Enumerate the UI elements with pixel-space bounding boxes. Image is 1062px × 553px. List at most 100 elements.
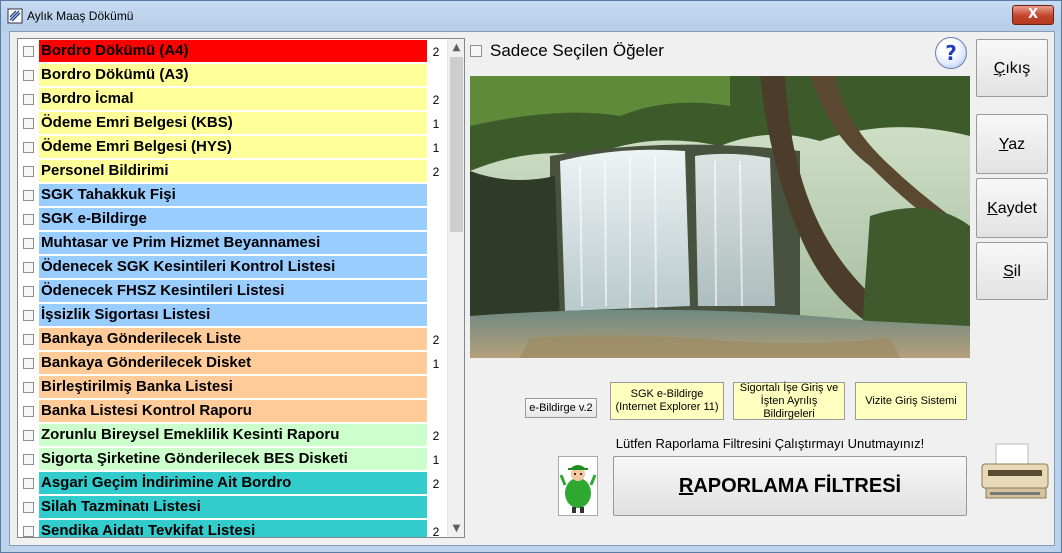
list-item-checkbox[interactable]	[23, 382, 34, 393]
list-item[interactable]: Banka Listesi Kontrol Raporu	[18, 399, 448, 423]
list-item-checkbox[interactable]	[23, 94, 34, 105]
list-item-label[interactable]: Muhtasar ve Prim Hizmet Beyannamesi	[39, 232, 427, 254]
list-item[interactable]: Birleştirilmiş Banka Listesi	[18, 375, 448, 399]
list-item-label[interactable]: Zorunlu Bireysel Emeklilik Kesinti Rapor…	[39, 424, 427, 446]
delete-button[interactable]: Sil	[976, 242, 1048, 300]
list-item-count: 2	[432, 45, 440, 59]
list-item-count: 1	[432, 117, 440, 131]
list-item-count: 2	[432, 165, 440, 179]
title-bar[interactable]: Aylık Maaş Dökümü X	[1, 1, 1061, 31]
list-item[interactable]: Muhtasar ve Prim Hizmet Beyannamesi	[18, 231, 448, 255]
list-item[interactable]: Sendika Aidatı Tevkifat Listesi 2	[18, 519, 448, 538]
waterfall-image	[470, 76, 970, 358]
list-item-label[interactable]: Bordro Dökümü (A3)	[39, 64, 427, 86]
list-item-checkbox[interactable]	[23, 214, 34, 225]
list-item-checkbox[interactable]	[23, 142, 34, 153]
list-item[interactable]: Zorunlu Bireysel Emeklilik Kesinti Rapor…	[18, 423, 448, 447]
list-item[interactable]: Personel Bildirimi 2	[18, 159, 448, 183]
list-item-checkbox[interactable]	[23, 358, 34, 369]
list-item[interactable]: Bordro Dökümü (A4) 2	[18, 39, 448, 63]
list-item-label[interactable]: Personel Bildirimi	[39, 160, 427, 182]
exit-button[interactable]: Çıkış	[976, 39, 1048, 97]
sigortali-giris-button[interactable]: Sigortalı İşe Giriş ve İşten Ayrılış Bil…	[733, 382, 845, 420]
scroll-up-icon[interactable]: ▲	[448, 39, 464, 56]
list-item-label[interactable]: İşsizlik Sigortası Listesi	[39, 304, 427, 326]
list-item[interactable]: Ödeme Emri Belgesi (KBS) 1	[18, 111, 448, 135]
list-item-checkbox[interactable]	[23, 526, 34, 537]
list-item-label[interactable]: Ödenecek FHSZ Kesintileri Listesi	[39, 280, 427, 302]
reporting-filter-button[interactable]: RAPORLAMA FİLTRESİ	[613, 456, 967, 516]
list-item-checkbox[interactable]	[23, 238, 34, 249]
list-item-label[interactable]: Bordro İcmal	[39, 88, 427, 110]
list-item-checkbox[interactable]	[23, 502, 34, 513]
list-item-label[interactable]: SGK e-Bildirge	[39, 208, 427, 230]
list-item[interactable]: Ödenecek FHSZ Kesintileri Listesi	[18, 279, 448, 303]
list-item-label[interactable]: Ödeme Emri Belgesi (KBS)	[39, 112, 427, 134]
list-item[interactable]: Sigorta Şirketine Gönderilecek BES Diske…	[18, 447, 448, 471]
save-button[interactable]: Kaydet	[976, 178, 1048, 238]
list-item-label[interactable]: Bordro Dökümü (A4)	[39, 40, 427, 62]
list-item-label[interactable]: Ödeme Emri Belgesi (HYS)	[39, 136, 427, 158]
list-item-count: 1	[432, 453, 440, 467]
client-area: Bordro Dökümü (A4) 2 Bordro Dökümü (A3) Bor…	[9, 31, 1055, 546]
list-item-label[interactable]: Sendika Aidatı Tevkifat Listesi	[39, 520, 427, 537]
list-item-checkbox[interactable]	[23, 454, 34, 465]
main-window: Aylık Maaş Dökümü X Bordro Dökümü (A4) 2 B…	[0, 0, 1062, 553]
list-item-label[interactable]: Banka Listesi Kontrol Raporu	[39, 400, 427, 422]
report-list: Bordro Dökümü (A4) 2 Bordro Dökümü (A3) Bor…	[17, 38, 465, 538]
list-item-checkbox[interactable]	[23, 478, 34, 489]
list-item-label[interactable]: Ödenecek SGK Kesintileri Kontrol Listesi	[39, 256, 427, 278]
only-selected-checkbox[interactable]	[470, 45, 482, 57]
list-item-checkbox[interactable]	[23, 334, 34, 345]
list-item[interactable]: Bordro İcmal 2	[18, 87, 448, 111]
only-selected-label: Sadece Seçilen Öğeler	[490, 41, 664, 60]
list-item[interactable]: Ödenecek SGK Kesintileri Kontrol Listesi	[18, 255, 448, 279]
list-item[interactable]: Asgari Geçim İndirimine Ait Bordro 2	[18, 471, 448, 495]
list-item-count: 1	[432, 141, 440, 155]
list-item-checkbox[interactable]	[23, 46, 34, 57]
list-item[interactable]: İşsizlik Sigortası Listesi	[18, 303, 448, 327]
print-button[interactable]: Yaz	[976, 114, 1048, 174]
list-item-label[interactable]: Bankaya Gönderilecek Liste	[39, 328, 427, 350]
list-item-count: 2	[432, 525, 440, 538]
scroll-thumb[interactable]	[450, 57, 463, 232]
list-item-count: 1	[432, 357, 440, 371]
filter-reminder-text: Lütfen Raporlama Filtresini Çalıştırmayı…	[615, 436, 925, 451]
list-item-checkbox[interactable]	[23, 70, 34, 81]
mascot-icon[interactable]	[558, 456, 598, 516]
list-item[interactable]: Bankaya Gönderilecek Disket 1	[18, 351, 448, 375]
list-item-count: 2	[432, 93, 440, 107]
list-item-label[interactable]: Asgari Geçim İndirimine Ait Bordro	[39, 472, 427, 494]
list-item-checkbox[interactable]	[23, 406, 34, 417]
list-item[interactable]: Ödeme Emri Belgesi (HYS) 1	[18, 135, 448, 159]
list-item-count: 2	[432, 477, 440, 491]
list-item[interactable]: Silah Tazminatı Listesi	[18, 495, 448, 519]
close-button[interactable]: X	[1012, 5, 1054, 25]
list-item-checkbox[interactable]	[23, 310, 34, 321]
list-item-count: 2	[432, 333, 440, 347]
list-item-label[interactable]: Bankaya Gönderilecek Disket	[39, 352, 427, 374]
help-icon[interactable]: ?	[935, 37, 967, 69]
list-item[interactable]: Bordro Dökümü (A3)	[18, 63, 448, 87]
ebildirge-v2-button[interactable]: e-Bildirge v.2	[525, 398, 597, 418]
list-item-label[interactable]: SGK Tahakkuk Fişi	[39, 184, 427, 206]
scroll-down-icon[interactable]: ▼	[448, 520, 464, 537]
sgk-ebildirge-button[interactable]: SGK e-Bildirge (Internet Explorer 11)	[610, 382, 724, 420]
list-item-label[interactable]: Birleştirilmiş Banka Listesi	[39, 376, 427, 398]
list-scrollbar[interactable]: ▲ ▼	[447, 39, 464, 537]
list-item-count: 2	[432, 429, 440, 443]
vizite-button[interactable]: Vizite Giriş Sistemi	[855, 382, 967, 420]
list-item-label[interactable]: Sigorta Şirketine Gönderilecek BES Diske…	[39, 448, 427, 470]
app-icon	[7, 8, 23, 24]
list-item-checkbox[interactable]	[23, 430, 34, 441]
printer-icon[interactable]	[980, 442, 1050, 506]
list-item-checkbox[interactable]	[23, 286, 34, 297]
list-item[interactable]: Bankaya Gönderilecek Liste 2	[18, 327, 448, 351]
list-item-checkbox[interactable]	[23, 190, 34, 201]
list-item-checkbox[interactable]	[23, 118, 34, 129]
list-item-checkbox[interactable]	[23, 262, 34, 273]
list-item-label[interactable]: Silah Tazminatı Listesi	[39, 496, 427, 518]
list-item[interactable]: SGK Tahakkuk Fişi	[18, 183, 448, 207]
list-item[interactable]: SGK e-Bildirge	[18, 207, 448, 231]
list-item-checkbox[interactable]	[23, 166, 34, 177]
